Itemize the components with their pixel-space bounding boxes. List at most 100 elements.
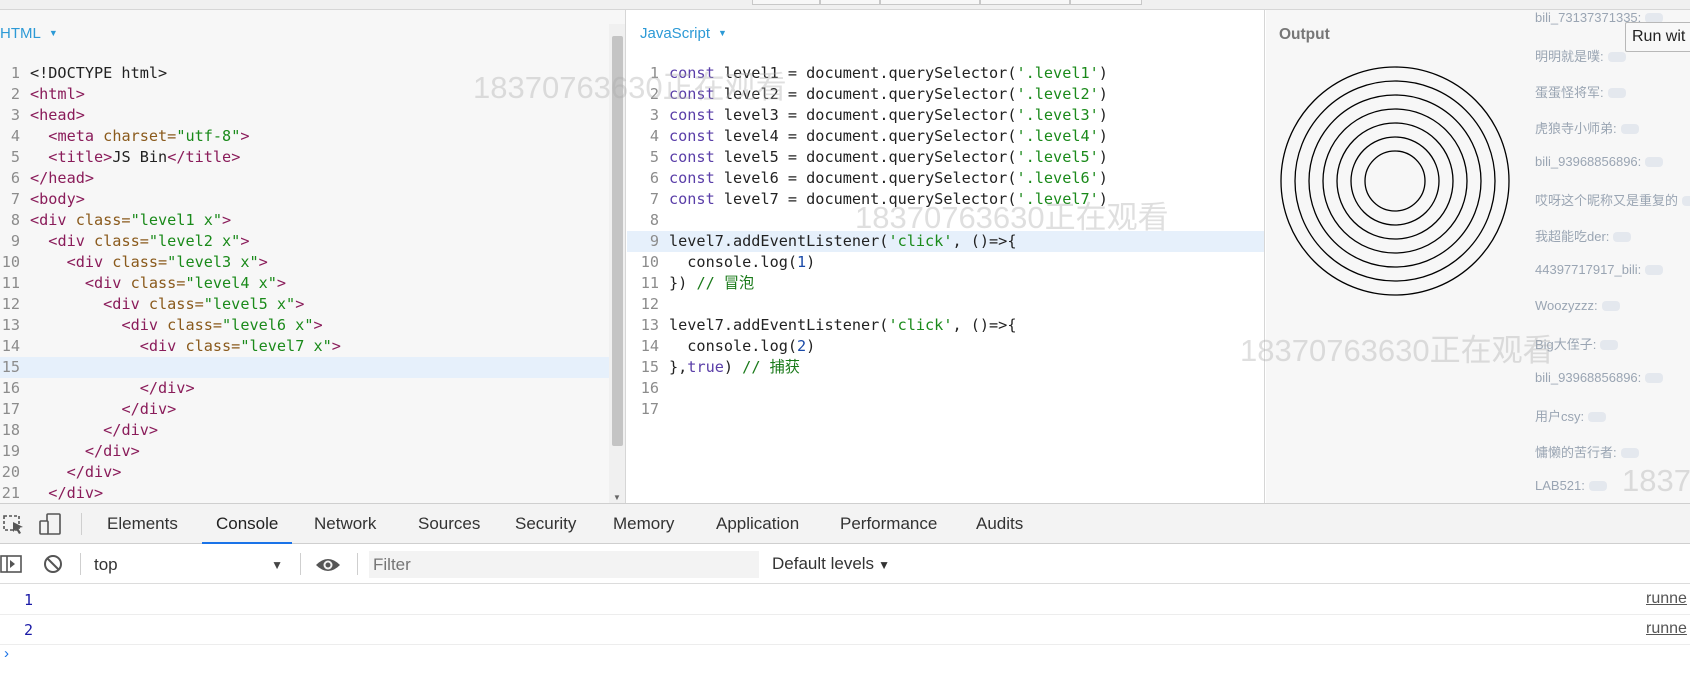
code-line[interactable]: 13 <div class="level6 x"> [0, 315, 625, 336]
devtools-tab-network[interactable]: Network [300, 504, 390, 544]
log-source-link[interactable]: runne [1646, 590, 1687, 608]
code-line[interactable]: 10 <div class="level3 x"> [0, 252, 625, 273]
code-line[interactable]: 8 <div class="level1 x"> [0, 210, 625, 231]
line-number: 11 [640, 274, 659, 292]
code-line[interactable]: 9 level7.addEventListener('click', ()=>{ [627, 231, 1264, 252]
level6-circle[interactable] [1350, 136, 1440, 226]
line-number: 9 [649, 232, 659, 250]
code-token: const [669, 64, 724, 82]
level5-circle[interactable] [1336, 122, 1454, 240]
code-line[interactable]: 8 [627, 210, 1264, 231]
devtools-tab-console[interactable]: Console [202, 504, 293, 544]
chat-message: 44397717917_bili: [1535, 262, 1664, 277]
console-prompt[interactable]: › [4, 645, 9, 662]
level2-circle[interactable] [1294, 80, 1496, 282]
code-token: '.level6' [1016, 169, 1099, 187]
js-panel-header[interactable]: JavaScript ▼ [640, 25, 727, 42]
code-token: ) [1098, 64, 1108, 82]
code-line[interactable]: 3 const level3 = document.querySelector('… [627, 105, 1264, 126]
run-with-js-button[interactable]: Run wit [1625, 22, 1690, 52]
code-token: </div> [121, 400, 177, 418]
editor-scrollbar[interactable]: ▼ [609, 24, 625, 503]
devtools-tab-sources[interactable]: Sources [404, 504, 494, 544]
code-line[interactable]: 15},true) // 捕获 [627, 357, 1264, 378]
top-strip [0, 0, 1690, 10]
scroll-down-arrow-icon[interactable]: ▼ [613, 493, 621, 502]
code-line[interactable]: 14 <div class="level7 x"> [0, 336, 625, 357]
devtools-tab-memory[interactable]: Memory [599, 504, 688, 544]
html-code-editor[interactable]: 1 <!DOCTYPE html> 2 <html> 3 <head> 4 <meta ch… [0, 63, 625, 503]
code-line[interactable]: 14 console.log(2) [627, 336, 1264, 357]
chat-blurred-text [1588, 481, 1607, 491]
code-line[interactable]: 1 const level1 = document.querySelector('… [627, 63, 1264, 84]
toolbar-tab[interactable] [1070, 0, 1142, 5]
code-line[interactable]: 10 console.log(1) [627, 252, 1264, 273]
code-line[interactable]: 5 const level5 = document.querySelector('… [627, 147, 1264, 168]
devtools-tab-audits[interactable]: Audits [962, 504, 1037, 544]
sidebar-toggle-icon[interactable] [0, 553, 24, 575]
chat-message: Woozyzzz: [1535, 298, 1620, 313]
code-line[interactable]: 3 <head> [0, 105, 625, 126]
code-line[interactable]: 17 [627, 399, 1264, 420]
console-filter-input[interactable] [369, 551, 759, 578]
inspect-element-icon[interactable] [2, 513, 26, 535]
devtools-tab-security[interactable]: Security [501, 504, 590, 544]
toolbar-tab[interactable] [880, 0, 980, 5]
code-line[interactable]: 12 <div class="level5 x"> [0, 294, 625, 315]
toolbar-tab[interactable] [752, 0, 820, 5]
nested-circles-output[interactable] [1275, 61, 1515, 301]
js-panel[interactable]: JavaScript ▼ 1 const level1 = document.que… [627, 10, 1265, 503]
html-panel-header[interactable]: HTML ▼ [0, 25, 58, 42]
code-line[interactable]: 18 </div> [0, 420, 625, 441]
code-line[interactable]: 9 <div class="level2 x"> [0, 231, 625, 252]
log-source-link[interactable]: runne [1646, 620, 1687, 638]
devtools-tab-elements[interactable]: Elements [93, 504, 192, 544]
log-levels-select[interactable]: Default levels ▼ [772, 552, 890, 577]
scrollbar-thumb[interactable] [612, 36, 623, 446]
code-token: "utf-8" [176, 127, 241, 145]
code-token: '.level7' [1016, 190, 1099, 208]
js-code-editor[interactable]: 1 const level1 = document.querySelector('… [627, 63, 1264, 420]
code-line[interactable]: 2 <html> [0, 84, 625, 105]
context-select[interactable]: top ▼ [86, 553, 289, 577]
code-line[interactable]: 7 <body> [0, 189, 625, 210]
level1-circle[interactable] [1280, 66, 1510, 296]
line-number: 4 [10, 127, 20, 145]
devtools-tab-application[interactable]: Application [702, 504, 813, 544]
code-line[interactable]: 11 <div class="level4 x"> [0, 273, 625, 294]
code-line[interactable]: 1 <!DOCTYPE html> [0, 63, 625, 84]
code-line[interactable]: 12 [627, 294, 1264, 315]
code-line[interactable]: 16 </div> [0, 378, 625, 399]
code-line[interactable]: 4 const level4 = document.querySelector('… [627, 126, 1264, 147]
code-line[interactable]: 6 </head> [0, 168, 625, 189]
code-line[interactable]: 15 [0, 357, 625, 378]
level7-circle[interactable] [1364, 150, 1426, 212]
toolbar-tab[interactable] [980, 0, 1070, 5]
html-panel[interactable]: HTML ▼ 1 <!DOCTYPE html> 2 <html> 3 <head> 4 <m… [0, 10, 626, 503]
code-line[interactable]: 11}) // 冒泡 [627, 273, 1264, 294]
log-value: 2 [24, 621, 34, 639]
line-number: 5 [649, 148, 659, 166]
code-line[interactable]: 21 </div> [0, 483, 625, 503]
code-line[interactable]: 2 const level2 = document.querySelector('… [627, 84, 1264, 105]
devtools-tab-performance[interactable]: Performance [826, 504, 951, 544]
code-line[interactable]: 4 <meta charset="utf-8"> [0, 126, 625, 147]
code-line[interactable]: 19 </div> [0, 441, 625, 462]
line-number: 21 [1, 484, 20, 502]
code-line[interactable]: 20 </div> [0, 462, 625, 483]
code-line[interactable]: 5 <title>JS Bin</title> [0, 147, 625, 168]
level3-circle[interactable] [1308, 94, 1482, 268]
code-line[interactable]: 16 [627, 378, 1264, 399]
code-token: ) [806, 253, 816, 271]
code-line[interactable]: 6 const level6 = document.querySelector('… [627, 168, 1264, 189]
code-line[interactable]: 13 level7.addEventListener('click', ()=>{ [627, 315, 1264, 336]
code-line[interactable]: 7 const level7 = document.querySelector('… [627, 189, 1264, 210]
level4-circle[interactable] [1322, 108, 1468, 254]
clear-console-icon[interactable] [42, 553, 66, 575]
eye-icon[interactable] [314, 554, 342, 576]
code-line[interactable]: 17 </div> [0, 399, 625, 420]
device-toolbar-icon[interactable] [38, 513, 62, 535]
code-text: </div> [30, 441, 140, 462]
toolbar-tab[interactable] [820, 0, 880, 5]
